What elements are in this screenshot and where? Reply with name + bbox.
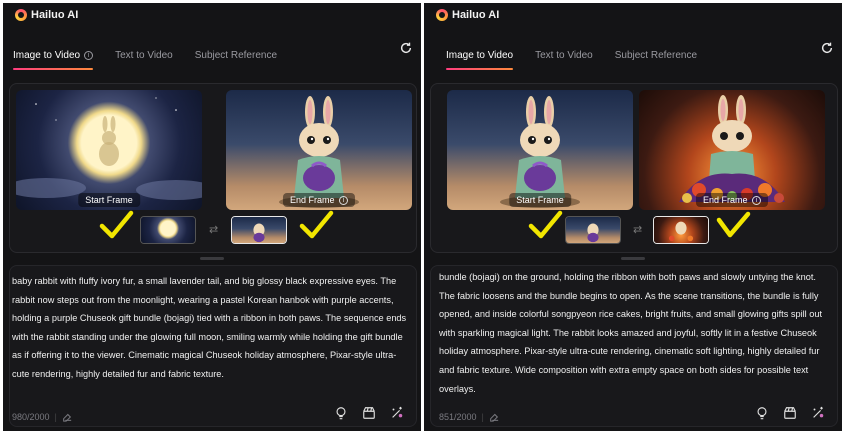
start-frame-image [16, 90, 202, 210]
tab-subject-reference[interactable]: Subject Reference [615, 50, 697, 61]
rabbit-thumbnail-art [587, 223, 599, 243]
resize-handle[interactable] [621, 257, 645, 260]
lightbulb-icon[interactable] [755, 406, 769, 420]
end-frame-thumbnail[interactable] [653, 216, 709, 244]
tab-image-to-video[interactable]: Image to Video [446, 49, 514, 70]
prompt-tools [755, 406, 825, 420]
magic-wand-icon[interactable] [390, 406, 404, 420]
end-frame-image [639, 90, 825, 210]
end-thumbnail-image [232, 217, 286, 243]
end-frame-label-text: End Frame [702, 195, 748, 205]
rabbit-feast-illustration [679, 95, 785, 203]
checkmark-annotation-icon [716, 211, 751, 238]
tab-label: Image to Video [446, 49, 514, 61]
start-frame-image [447, 90, 633, 210]
brand-logo: Hailuo AI [15, 9, 78, 21]
end-frame-label: End Frame i [282, 193, 356, 207]
resize-handle[interactable] [200, 257, 224, 260]
brand-name: Hailuo AI [452, 9, 500, 21]
info-icon[interactable]: i [339, 196, 349, 205]
counter-separator: | [54, 412, 57, 422]
camera-movie-icon[interactable] [362, 406, 376, 420]
start-frame[interactable]: Start Frame [447, 90, 633, 210]
tab-image-to-video[interactable]: Image to Video i [13, 49, 94, 70]
brand-logo: Hailuo AI [436, 9, 499, 21]
refresh-icon[interactable] [399, 41, 413, 55]
end-frame-image [226, 90, 412, 210]
start-thumbnail-image [566, 217, 620, 243]
counter-separator: | [481, 412, 484, 422]
end-frame-label: End Frame i [695, 193, 769, 207]
prompt-textarea[interactable]: bundle (bojagi) on the ground, holding t… [430, 265, 838, 427]
start-frame-label: Start Frame [509, 193, 571, 207]
checkmark-annotation-icon [528, 210, 563, 239]
moon-rabbit-illustration [16, 97, 202, 200]
left-panel: Hailuo AI Image to Video i Text to Video … [3, 3, 421, 431]
refresh-icon[interactable] [820, 41, 834, 55]
prompt-text: baby rabbit with fluffy ivory fur, a sma… [12, 276, 407, 379]
character-counter: 980/2000 | [12, 412, 72, 422]
tab-subject-reference[interactable]: Subject Reference [195, 50, 277, 61]
brand-name: Hailuo AI [31, 9, 79, 21]
end-frame-label-text: End Frame [289, 195, 335, 205]
end-frame-thumbnail[interactable] [231, 216, 287, 244]
camera-movie-icon[interactable] [783, 406, 797, 420]
start-frame-thumbnail[interactable] [565, 216, 621, 244]
eraser-icon[interactable] [489, 412, 499, 422]
frames-container: Start Frame End Frame i ⇄ [430, 83, 838, 253]
prompt-tools [334, 406, 404, 420]
swap-icon[interactable]: ⇄ [209, 223, 218, 236]
hailuo-logo-icon [15, 9, 27, 21]
checkmark-annotation-icon [99, 210, 134, 239]
tab-text-to-video[interactable]: Text to Video [535, 50, 593, 61]
end-frame[interactable]: End Frame i [226, 90, 412, 210]
counter-value: 980/2000 [12, 412, 50, 422]
magic-wand-icon[interactable] [811, 406, 825, 420]
rabbit-thumbnail-art [253, 223, 265, 243]
frames-container: Start Frame End Frame i ⇄ [9, 83, 417, 253]
tab-label: Image to Video [13, 49, 81, 61]
eraser-icon[interactable] [62, 412, 72, 422]
info-icon[interactable]: i [752, 196, 762, 205]
lightbulb-icon[interactable] [334, 406, 348, 420]
start-frame-label: Start Frame [78, 193, 140, 207]
start-frame[interactable]: Start Frame [16, 90, 202, 210]
rabbit-hanbok-illustration [279, 96, 359, 208]
swap-icon[interactable]: ⇄ [633, 223, 642, 236]
end-thumbnail-image [654, 217, 708, 243]
rabbit-hanbok-illustration [500, 96, 580, 208]
prompt-textarea[interactable]: baby rabbit with fluffy ivory fur, a sma… [9, 265, 417, 427]
mode-tabs: Image to Video i Text to Video Subject Re… [13, 43, 411, 70]
hailuo-logo-icon [436, 9, 448, 21]
checkmark-annotation-icon [299, 210, 334, 239]
tab-text-to-video[interactable]: Text to Video [115, 50, 173, 61]
right-panel: Hailuo AI Image to Video Text to Video S… [424, 3, 842, 431]
feast-thumbnail-art [668, 221, 694, 242]
mode-tabs: Image to Video Text to Video Subject Ref… [446, 43, 832, 70]
prompt-text: bundle (bojagi) on the ground, holding t… [439, 272, 823, 394]
start-thumbnail-image [141, 217, 195, 243]
start-frame-thumbnail[interactable] [140, 216, 196, 244]
counter-value: 851/2000 [439, 412, 477, 422]
info-icon[interactable]: i [84, 50, 94, 60]
character-counter: 851/2000 | [439, 412, 499, 422]
end-frame[interactable]: End Frame i [639, 90, 825, 210]
